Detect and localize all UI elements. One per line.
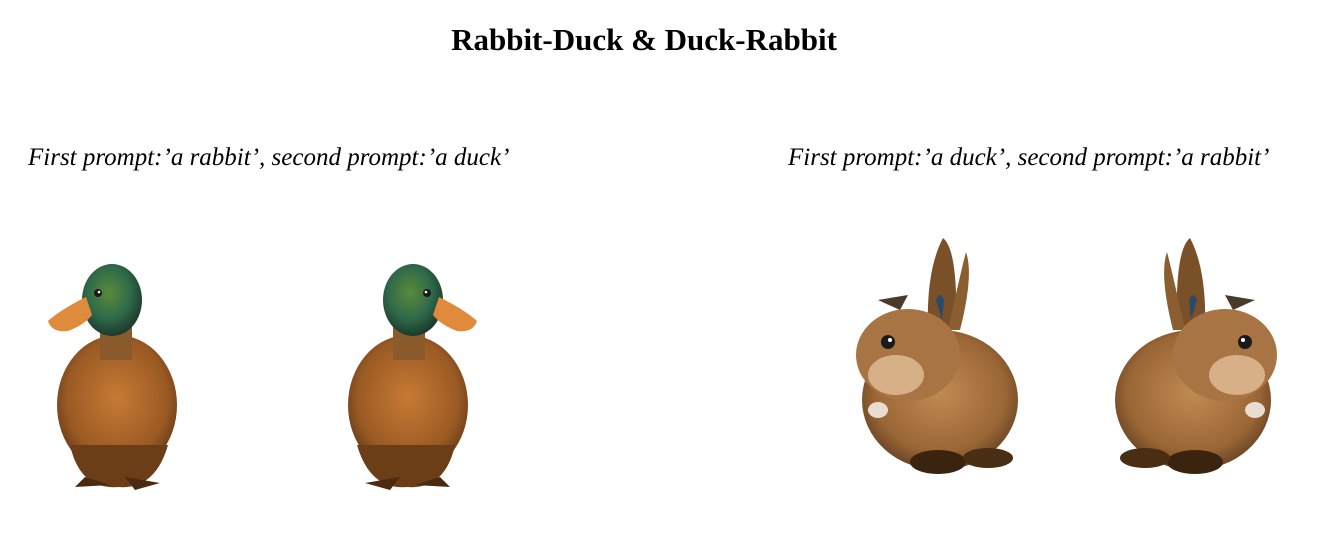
duck-image-left bbox=[40, 255, 185, 495]
caption-duck-rabbit: First prompt:’a duck’, second prompt:’a … bbox=[788, 144, 1270, 171]
rabbit-image-left bbox=[848, 230, 1023, 480]
caption-rabbit-duck: First prompt:’a rabbit’, second prompt:’… bbox=[28, 144, 510, 171]
page-title: Rabbit-Duck & Duck-Rabbit bbox=[451, 22, 837, 57]
duck-image-right bbox=[340, 255, 485, 495]
rabbit-image-right bbox=[1110, 230, 1285, 480]
